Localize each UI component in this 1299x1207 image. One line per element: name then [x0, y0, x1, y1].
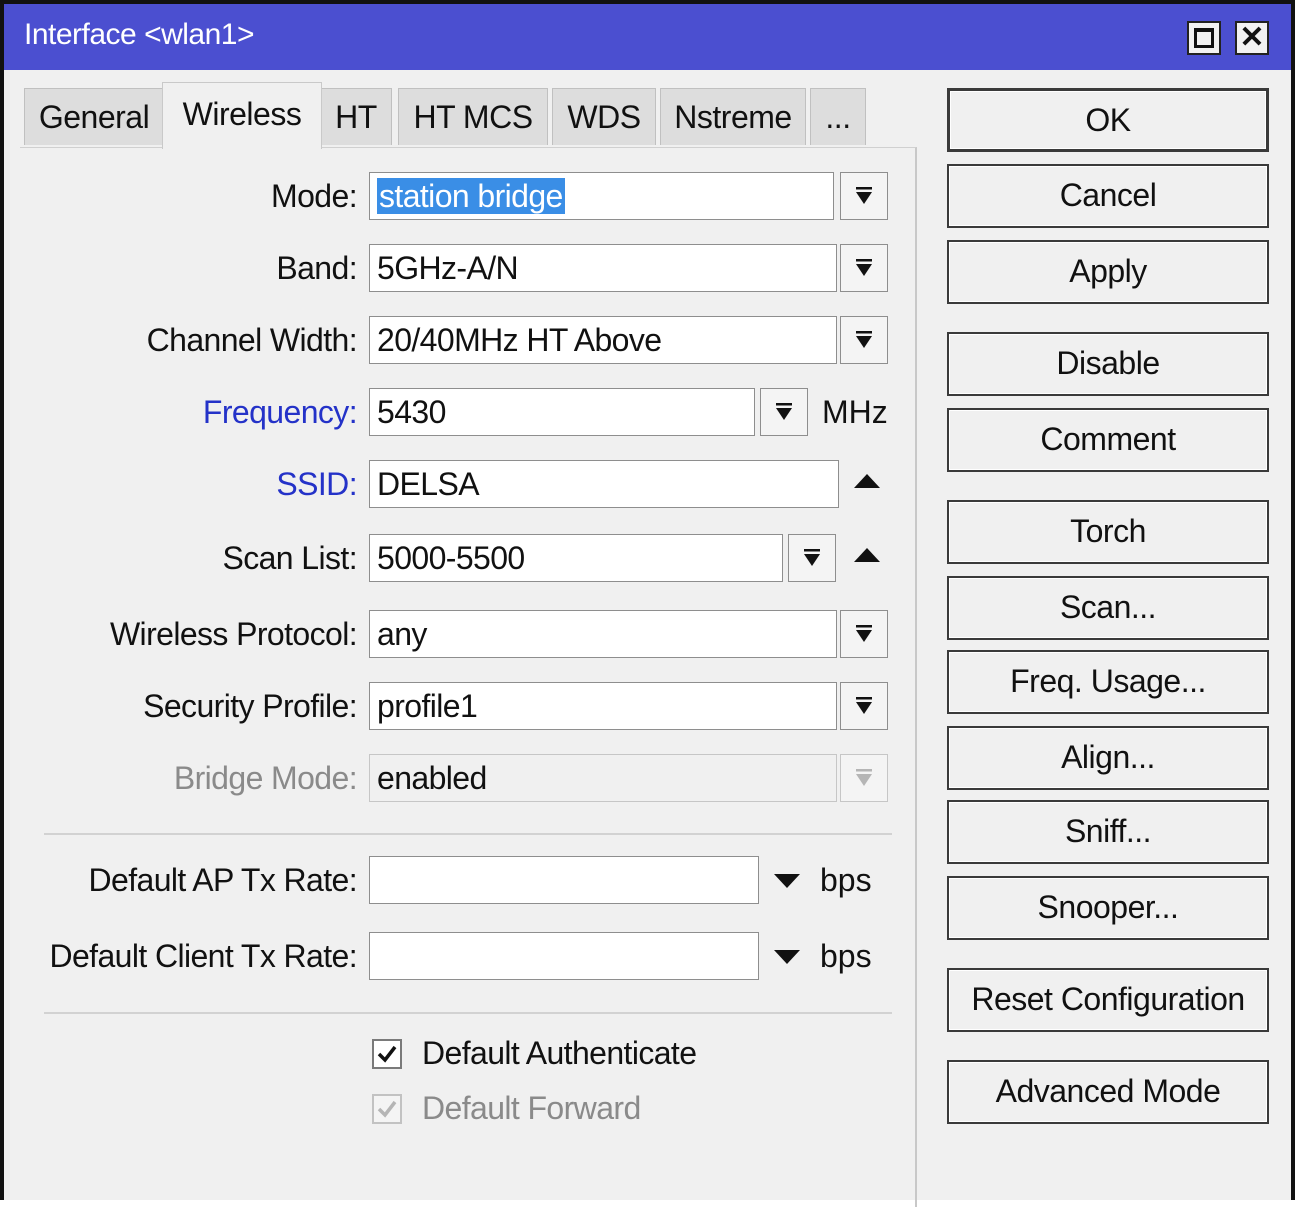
snooper-button[interactable]: Snooper...	[947, 876, 1269, 940]
mode-value: station bridge	[377, 178, 565, 214]
ssid-field[interactable]: DELSA	[369, 460, 839, 508]
collapse-arrow-icon[interactable]	[854, 548, 880, 562]
advanced-mode-button[interactable]: Advanced Mode	[947, 1060, 1269, 1124]
default-forward-label: Default Forward	[422, 1090, 641, 1126]
band-label: Band:	[276, 250, 357, 286]
dropdown-icon	[856, 331, 872, 348]
dropdown-icon	[856, 697, 872, 714]
security-profile-dropdown-button[interactable]	[840, 682, 888, 730]
ssid-row: SSID: DELSA	[20, 460, 920, 510]
bridge-mode-field: enabled	[369, 754, 837, 802]
bridge-mode-label: Bridge Mode:	[173, 760, 358, 796]
default-client-tx-rate-row: Default Client Tx Rate: bps	[20, 932, 920, 982]
scan-list-label: Scan List:	[222, 540, 357, 576]
tab-wds[interactable]: WDS	[552, 88, 656, 145]
band-dropdown-button[interactable]	[840, 244, 888, 292]
disable-button[interactable]: Disable	[947, 332, 1269, 396]
scan-list-field[interactable]: 5000-5500	[369, 534, 783, 582]
channel-width-label: Channel Width:	[146, 322, 358, 358]
mode-label: Mode:	[271, 178, 358, 214]
torch-button[interactable]: Torch	[947, 500, 1269, 564]
reset-configuration-button[interactable]: Reset Configuration	[947, 968, 1269, 1032]
security-profile-row: Security Profile: profile1	[20, 682, 920, 732]
dropdown-icon	[856, 259, 872, 276]
security-profile-label: Security Profile:	[143, 688, 357, 724]
wireless-protocol-field[interactable]: any	[369, 610, 837, 658]
cancel-button[interactable]: Cancel	[947, 164, 1269, 228]
security-profile-field[interactable]: profile1	[369, 682, 837, 730]
frequency-unit: MHz	[822, 394, 888, 430]
comment-button[interactable]: Comment	[947, 408, 1269, 472]
channel-width-dropdown-button[interactable]	[840, 316, 888, 364]
tab-nstreme[interactable]: Nstreme	[660, 88, 806, 145]
bridge-mode-row: Bridge Mode: enabled	[20, 754, 920, 804]
default-client-tx-rate-label: Default Client Tx Rate:	[49, 938, 357, 974]
apply-button[interactable]: Apply	[947, 240, 1269, 304]
default-authenticate-checkbox[interactable]	[372, 1039, 402, 1069]
dropdown-icon	[856, 187, 872, 204]
frequency-label: Frequency:	[202, 394, 358, 430]
wireless-tab-panel: Mode: station bridge Band: 5GHz-A/N Chan…	[20, 147, 917, 1207]
dropdown-arrow-icon[interactable]	[774, 874, 800, 888]
channel-width-row: Channel Width: 20/40MHz HT Above	[20, 316, 920, 366]
band-field[interactable]: 5GHz-A/N	[369, 244, 837, 292]
ssid-label: SSID:	[276, 466, 357, 502]
default-ap-tx-rate-row: Default AP Tx Rate: bps	[20, 856, 920, 906]
dropdown-icon	[856, 625, 872, 642]
dropdown-icon	[776, 403, 792, 420]
checkmark-icon	[377, 1100, 397, 1118]
frequency-field[interactable]: 5430	[369, 388, 755, 436]
wireless-protocol-label: Wireless Protocol:	[109, 616, 358, 652]
interface-window: Interface <wlan1> ✕ General Wireless HT …	[0, 0, 1295, 1207]
tab-ht[interactable]: HT	[320, 88, 392, 145]
default-client-tx-rate-field[interactable]	[369, 932, 759, 980]
default-ap-tx-rate-label: Default AP Tx Rate:	[88, 862, 358, 898]
dropdown-icon	[804, 549, 820, 566]
close-button[interactable]: ✕	[1235, 21, 1269, 55]
bridge-mode-dropdown-button	[840, 754, 888, 802]
mode-row: Mode: station bridge	[20, 172, 920, 222]
freq-usage-button[interactable]: Freq. Usage...	[947, 650, 1269, 714]
tab-wireless[interactable]: Wireless	[162, 82, 322, 149]
wireless-protocol-row: Wireless Protocol: any	[20, 610, 920, 660]
checkmark-icon	[377, 1045, 397, 1063]
align-button[interactable]: Align...	[947, 726, 1269, 790]
sniff-button[interactable]: Sniff...	[947, 800, 1269, 864]
default-ap-tx-rate-unit: bps	[820, 862, 872, 898]
scan-list-dropdown-button[interactable]	[788, 534, 836, 582]
band-row: Band: 5GHz-A/N	[20, 244, 920, 294]
collapse-arrow-icon[interactable]	[854, 474, 880, 488]
default-forward-checkbox	[372, 1094, 402, 1124]
tab-bar: General Wireless HT HT MCS WDS Nstreme .…	[24, 82, 884, 149]
tab-ht-mcs[interactable]: HT MCS	[398, 88, 548, 145]
default-client-tx-rate-unit: bps	[820, 938, 872, 974]
dropdown-icon	[856, 769, 872, 786]
dropdown-arrow-icon[interactable]	[774, 950, 800, 964]
mode-dropdown-button[interactable]	[840, 172, 888, 220]
tab-general[interactable]: General	[24, 88, 164, 145]
default-ap-tx-rate-field[interactable]	[369, 856, 759, 904]
channel-width-field[interactable]: 20/40MHz HT Above	[369, 316, 837, 364]
window-title: Interface <wlan1>	[24, 18, 255, 51]
separator	[44, 833, 892, 835]
tab-more[interactable]: ...	[810, 88, 866, 145]
scan-button[interactable]: Scan...	[947, 576, 1269, 640]
ok-button[interactable]: OK	[947, 88, 1269, 152]
separator	[44, 1012, 892, 1014]
maximize-button[interactable]	[1187, 21, 1221, 55]
maximize-icon	[1194, 28, 1214, 48]
scan-list-row: Scan List: 5000-5500	[20, 534, 920, 584]
frequency-row: Frequency: 5430 MHz	[20, 388, 920, 438]
title-bar[interactable]: Interface <wlan1> ✕	[4, 4, 1291, 70]
default-authenticate-label: Default Authenticate	[422, 1035, 697, 1071]
frequency-dropdown-button[interactable]	[760, 388, 808, 436]
wireless-protocol-dropdown-button[interactable]	[840, 610, 888, 658]
close-icon: ✕	[1239, 21, 1265, 54]
mode-field[interactable]: station bridge	[369, 172, 834, 220]
